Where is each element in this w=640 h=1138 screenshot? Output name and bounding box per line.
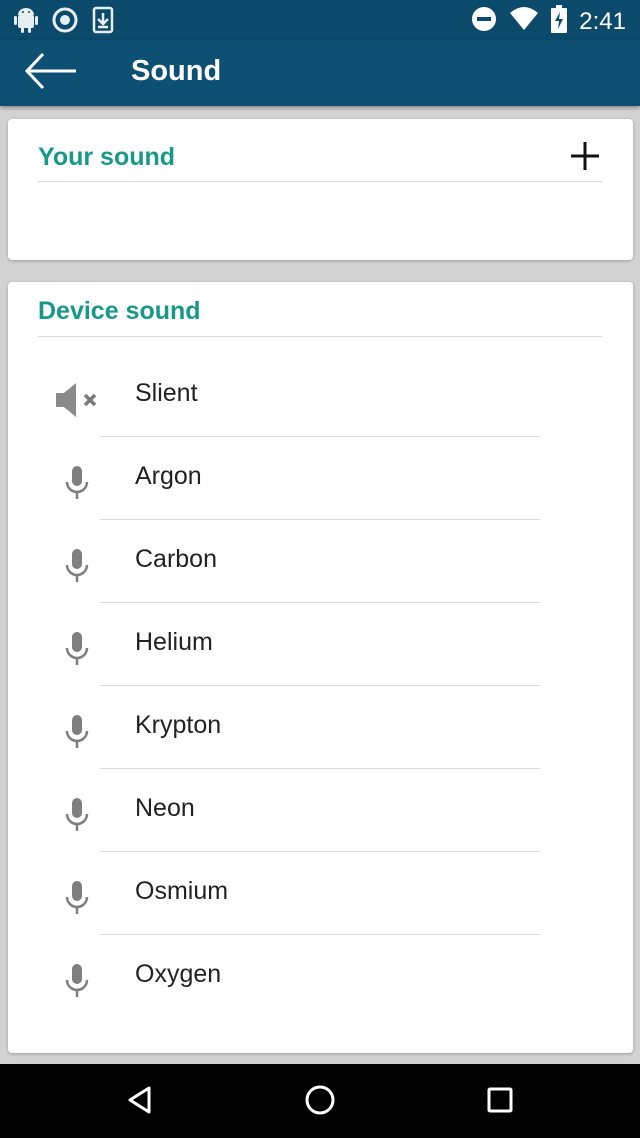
page-title: Sound	[131, 55, 222, 87]
sound-item-argon[interactable]: Argon	[8, 437, 633, 520]
microphone-icon	[52, 878, 102, 918]
microphone-icon	[52, 463, 102, 503]
recents-square-icon	[485, 1085, 515, 1120]
sound-item-carbon[interactable]: Carbon	[8, 520, 633, 603]
sound-item-osmium[interactable]: Osmium	[8, 852, 633, 935]
sound-item-label: Slient	[135, 379, 198, 407]
sound-item-label: Helium	[135, 628, 213, 656]
sound-item-oxygen[interactable]: Oxygen	[8, 935, 633, 1018]
home-circle-icon	[303, 1083, 337, 1122]
microphone-icon	[52, 795, 102, 835]
add-sound-button[interactable]	[568, 141, 602, 175]
sound-item-neon[interactable]: Neon	[8, 769, 633, 852]
navigation-bar	[0, 1064, 640, 1138]
battery-charging-icon	[551, 5, 568, 38]
device-sound-card: Device sound Slient Argon Carbon Helium …	[8, 282, 633, 1053]
app-bar: Sound	[0, 40, 640, 106]
android-debug-icon	[14, 6, 38, 39]
microphone-icon	[52, 629, 102, 669]
back-button[interactable]	[20, 52, 82, 94]
nav-home-button[interactable]	[300, 1082, 340, 1122]
microphone-icon	[52, 546, 102, 586]
wifi-icon	[509, 7, 539, 36]
sound-item-label: Osmium	[135, 877, 229, 905]
sound-item-label: Krypton	[135, 711, 222, 739]
sound-item-label: Oxygen	[135, 960, 222, 988]
sound-item-slient[interactable]: Slient	[8, 354, 633, 437]
sound-item-label: Carbon	[135, 545, 217, 573]
status-right-icons: 2:41	[471, 5, 626, 38]
sound-list: Slient Argon Carbon Helium Krypton Neon …	[8, 354, 633, 1018]
volume-off-icon	[52, 380, 102, 420]
plus-icon	[569, 140, 601, 177]
sound-item-label: Neon	[135, 794, 195, 822]
microphone-icon	[52, 712, 102, 752]
device-sound-title: Device sound	[38, 297, 201, 325]
status-time: 2:41	[579, 7, 626, 35]
your-sound-title: Your sound	[38, 143, 176, 171]
your-sound-card: Your sound	[8, 119, 633, 260]
arrow-back-icon	[23, 51, 79, 96]
status-left-icons	[14, 6, 114, 39]
do-not-disturb-icon	[471, 6, 497, 37]
nav-recents-button[interactable]	[480, 1082, 520, 1122]
sync-circle-icon	[52, 7, 78, 38]
sound-item-label: Argon	[135, 462, 202, 490]
download-icon	[92, 6, 114, 39]
sound-item-helium[interactable]: Helium	[8, 603, 633, 686]
nav-back-button[interactable]	[120, 1082, 160, 1122]
your-sound-header: Your sound	[38, 119, 602, 182]
status-bar: 2:41	[0, 0, 640, 40]
microphone-icon	[52, 961, 102, 1001]
back-triangle-icon	[125, 1085, 155, 1120]
device-sound-header: Device sound	[38, 282, 602, 337]
sound-item-krypton[interactable]: Krypton	[8, 686, 633, 769]
